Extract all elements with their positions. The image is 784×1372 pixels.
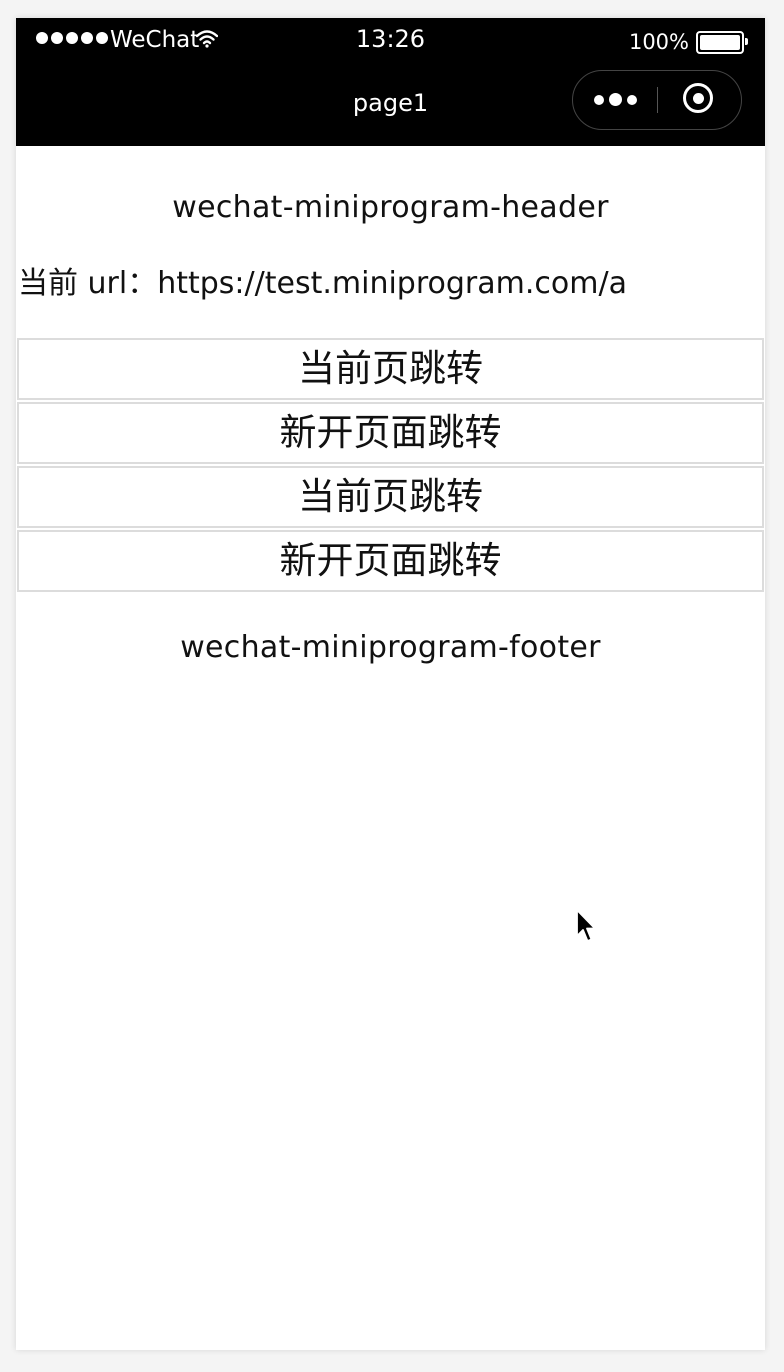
page-header-text: wechat-miniprogram-header xyxy=(172,190,609,225)
phone-frame: WeChat 13:26 100% page1 wechat-miniprogr… xyxy=(16,18,765,1350)
navigate-current-page-button[interactable]: 当前页跳转 xyxy=(17,338,764,400)
navigate-current-page-button[interactable]: 当前页跳转 xyxy=(17,466,764,528)
url-value: https://test.miniprogram.com/a xyxy=(157,266,627,301)
navigate-new-page-button[interactable]: 新开页面跳转 xyxy=(17,402,764,464)
status-bar: WeChat 13:26 100% xyxy=(16,18,765,62)
url-label: 当前 url： xyxy=(18,266,158,301)
mouse-cursor-icon xyxy=(576,909,596,942)
current-url-line: 当前 url：https://test.miniprogram.com/a xyxy=(18,266,627,302)
top-bar: WeChat 13:26 100% page1 xyxy=(16,18,765,146)
battery-percent: 100% xyxy=(628,30,689,54)
more-dots-icon[interactable] xyxy=(573,71,657,128)
battery-icon xyxy=(696,31,748,54)
capsule-divider xyxy=(657,87,658,113)
page-footer-text: wechat-miniprogram-footer xyxy=(180,630,601,665)
miniprogram-capsule xyxy=(572,70,742,130)
close-miniprogram-icon[interactable] xyxy=(683,83,713,113)
navigate-new-page-button[interactable]: 新开页面跳转 xyxy=(17,530,764,592)
battery-fill xyxy=(700,35,740,50)
